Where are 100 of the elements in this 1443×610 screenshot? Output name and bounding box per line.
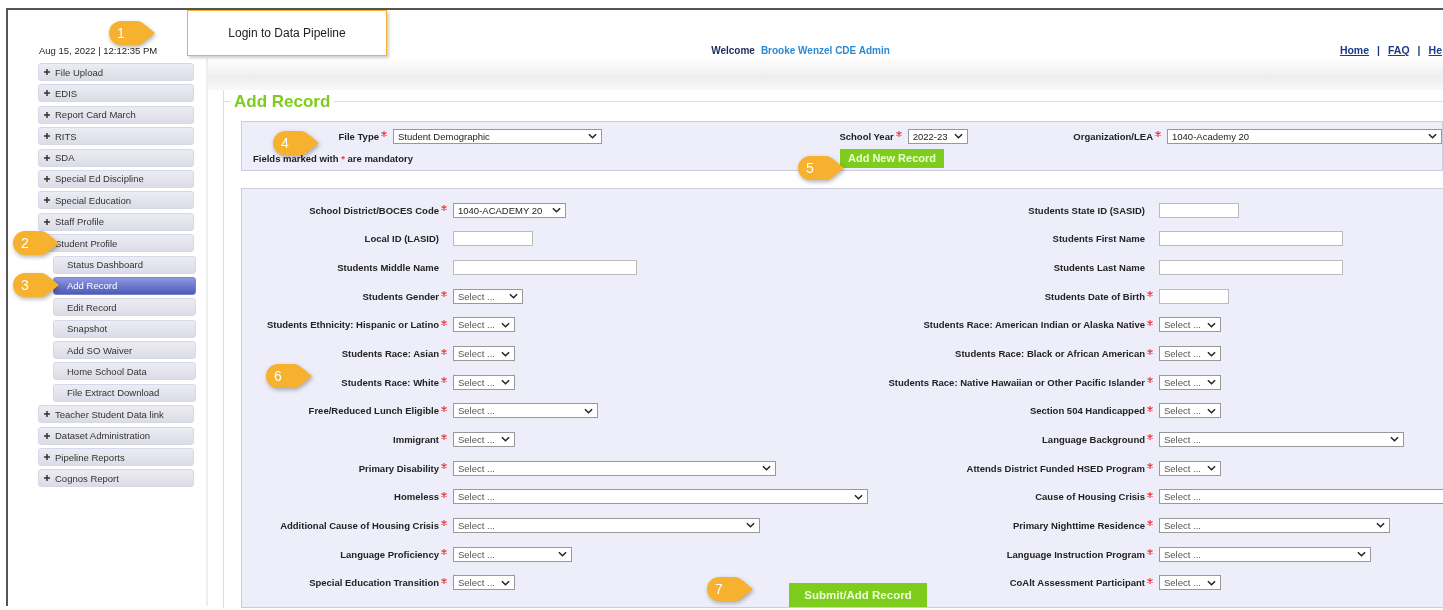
caret-icon bbox=[1376, 522, 1385, 529]
dropdown[interactable]: Select ... bbox=[453, 546, 572, 562]
caret-icon bbox=[1428, 133, 1437, 139]
caret-icon bbox=[1207, 379, 1216, 386]
sidebar-item[interactable]: Staff Profile bbox=[38, 212, 194, 231]
dropdown[interactable]: Select ... bbox=[1159, 374, 1221, 390]
plus-icon bbox=[44, 475, 50, 482]
field-label: Students First Name bbox=[1051, 233, 1145, 245]
field-label: Students Race: Asian bbox=[340, 348, 439, 359]
sidebar-item[interactable]: Cognos Report bbox=[38, 469, 194, 488]
input-field[interactable] bbox=[453, 231, 533, 247]
dropdown[interactable]: Select ... bbox=[453, 431, 515, 447]
plus-icon bbox=[44, 218, 50, 225]
dropdown[interactable]: Select ... bbox=[1159, 346, 1221, 361]
field-label: Primary Disability bbox=[357, 462, 439, 474]
dropdown[interactable]: Select ... bbox=[453, 403, 598, 419]
step-marker-tooltip: 4 bbox=[272, 130, 320, 156]
caret-icon bbox=[1357, 551, 1366, 557]
caret-icon bbox=[1207, 350, 1216, 357]
welcome-label: Welcome bbox=[711, 45, 755, 56]
organization-select[interactable]: 1040-Academy 20 bbox=[1167, 128, 1442, 144]
caret-icon bbox=[509, 293, 518, 300]
date-time: Aug 15, 2022 | 12:12:35 PM bbox=[39, 45, 158, 56]
dropdown[interactable]: Select ... bbox=[453, 317, 515, 333]
field-label: Homeless bbox=[393, 491, 439, 503]
field-label: Special Education Transition bbox=[308, 577, 439, 589]
sidebar-item[interactable]: Report Card March bbox=[38, 105, 194, 124]
plus-icon bbox=[44, 90, 50, 97]
dropdown[interactable]: Select ... bbox=[1159, 460, 1221, 476]
sidebar-item[interactable]: File Upload bbox=[38, 63, 194, 81]
plus-icon bbox=[44, 175, 50, 182]
input-field[interactable] bbox=[1159, 231, 1343, 247]
dropdown[interactable]: Select ... bbox=[1159, 317, 1221, 333]
field-label: Additional Cause of Housing Crisis bbox=[279, 519, 439, 531]
input-field[interactable] bbox=[1159, 202, 1239, 218]
sidebar-subitem[interactable]: Home School Data bbox=[53, 362, 196, 381]
field-label: CoAlt Assessment Participant bbox=[1008, 577, 1145, 589]
link-separator: | bbox=[1417, 44, 1421, 56]
dropdown[interactable]: Select ... bbox=[1159, 575, 1221, 591]
plus-icon bbox=[44, 432, 50, 439]
dropdown[interactable]: Select ... bbox=[453, 517, 760, 533]
sidebar-item[interactable]: Teacher Student Data link bbox=[38, 405, 194, 424]
field-label: Attends District Funded HSED Program bbox=[965, 462, 1145, 474]
step-marker-tooltip: 7 bbox=[706, 576, 754, 602]
plus-icon bbox=[44, 69, 50, 75]
sidebar-item[interactable]: EDIS bbox=[38, 84, 194, 103]
field-label: Primary Nighttime Residence bbox=[1012, 519, 1145, 531]
sidebar-subitem[interactable]: Snapshot bbox=[53, 319, 196, 338]
sidebar-item[interactable]: Special Ed Discipline bbox=[38, 169, 194, 188]
dropdown[interactable]: Select ... bbox=[1159, 403, 1221, 419]
plus-icon bbox=[44, 133, 50, 140]
caret-icon bbox=[588, 133, 597, 139]
dropdown[interactable]: Select ... bbox=[453, 575, 515, 591]
caret-icon bbox=[1207, 321, 1216, 328]
sidebar-item[interactable]: Pipeline Reports bbox=[38, 448, 194, 467]
sidebar-item[interactable]: SDA bbox=[38, 148, 194, 167]
field-label: Section 504 Handicapped bbox=[1028, 405, 1145, 417]
sidebar-subitem[interactable]: Add Record bbox=[53, 276, 196, 295]
dropdown[interactable]: Select ... bbox=[1159, 546, 1371, 562]
caret-icon bbox=[953, 133, 963, 139]
dropdown[interactable]: Select ... bbox=[453, 346, 515, 361]
caret-icon bbox=[501, 379, 510, 386]
sidebar-item[interactable]: Dataset Administration bbox=[38, 426, 194, 445]
file-type-select[interactable]: Student Demographic bbox=[393, 128, 602, 144]
caret-icon bbox=[1390, 436, 1399, 443]
dropdown[interactable]: Select ... bbox=[1159, 517, 1390, 533]
plus-icon bbox=[44, 111, 50, 118]
field-label: Language Proficiency bbox=[339, 548, 439, 560]
dropdown[interactable]: 1040-ACADEMY 20 bbox=[453, 202, 566, 218]
caret-icon bbox=[501, 579, 510, 586]
link-separator: | bbox=[1377, 44, 1380, 56]
input-field[interactable] bbox=[453, 260, 637, 276]
input-field[interactable] bbox=[1159, 288, 1229, 304]
input-field[interactable] bbox=[1159, 260, 1343, 276]
field-label: Students Race: Black or African American bbox=[954, 348, 1145, 359]
dropdown[interactable]: Select ... bbox=[1159, 431, 1404, 447]
dropdown[interactable]: Select ... bbox=[453, 489, 868, 505]
school-year-select[interactable]: 2022-23 bbox=[907, 128, 968, 144]
header-link[interactable]: He bbox=[1428, 44, 1442, 56]
dropdown[interactable]: Select ... bbox=[453, 374, 515, 390]
sidebar-subitem[interactable]: File Extract Download bbox=[53, 383, 196, 402]
sidebar-subitem[interactable]: Status Dashboard bbox=[53, 255, 196, 274]
step-marker-tooltip: 1 bbox=[108, 20, 156, 46]
header-link[interactable]: FAQ bbox=[1388, 44, 1410, 56]
caret-icon bbox=[1207, 465, 1216, 472]
caret-icon bbox=[501, 436, 510, 443]
dropdown[interactable]: Select ... bbox=[453, 460, 776, 476]
dropdown[interactable]: Select ... bbox=[1159, 489, 1443, 505]
field-label: Students Last Name bbox=[1052, 262, 1145, 274]
header-link[interactable]: Home bbox=[1339, 44, 1370, 56]
field-label: Students Race: American Indian or Alaska Native bbox=[922, 319, 1145, 331]
dropdown[interactable]: Select ... bbox=[453, 288, 523, 304]
sidebar-item[interactable]: Special Education bbox=[38, 191, 194, 210]
caret-icon bbox=[501, 321, 510, 328]
plus-icon bbox=[44, 411, 50, 418]
plus-icon bbox=[44, 454, 50, 461]
sidebar-subitem[interactable]: Add SO Waiver bbox=[53, 341, 196, 360]
sidebar-item[interactable]: RITS bbox=[38, 127, 194, 146]
field-label: Organization/LEA bbox=[1072, 130, 1153, 142]
sidebar-subitem[interactable]: Edit Record bbox=[53, 298, 196, 317]
